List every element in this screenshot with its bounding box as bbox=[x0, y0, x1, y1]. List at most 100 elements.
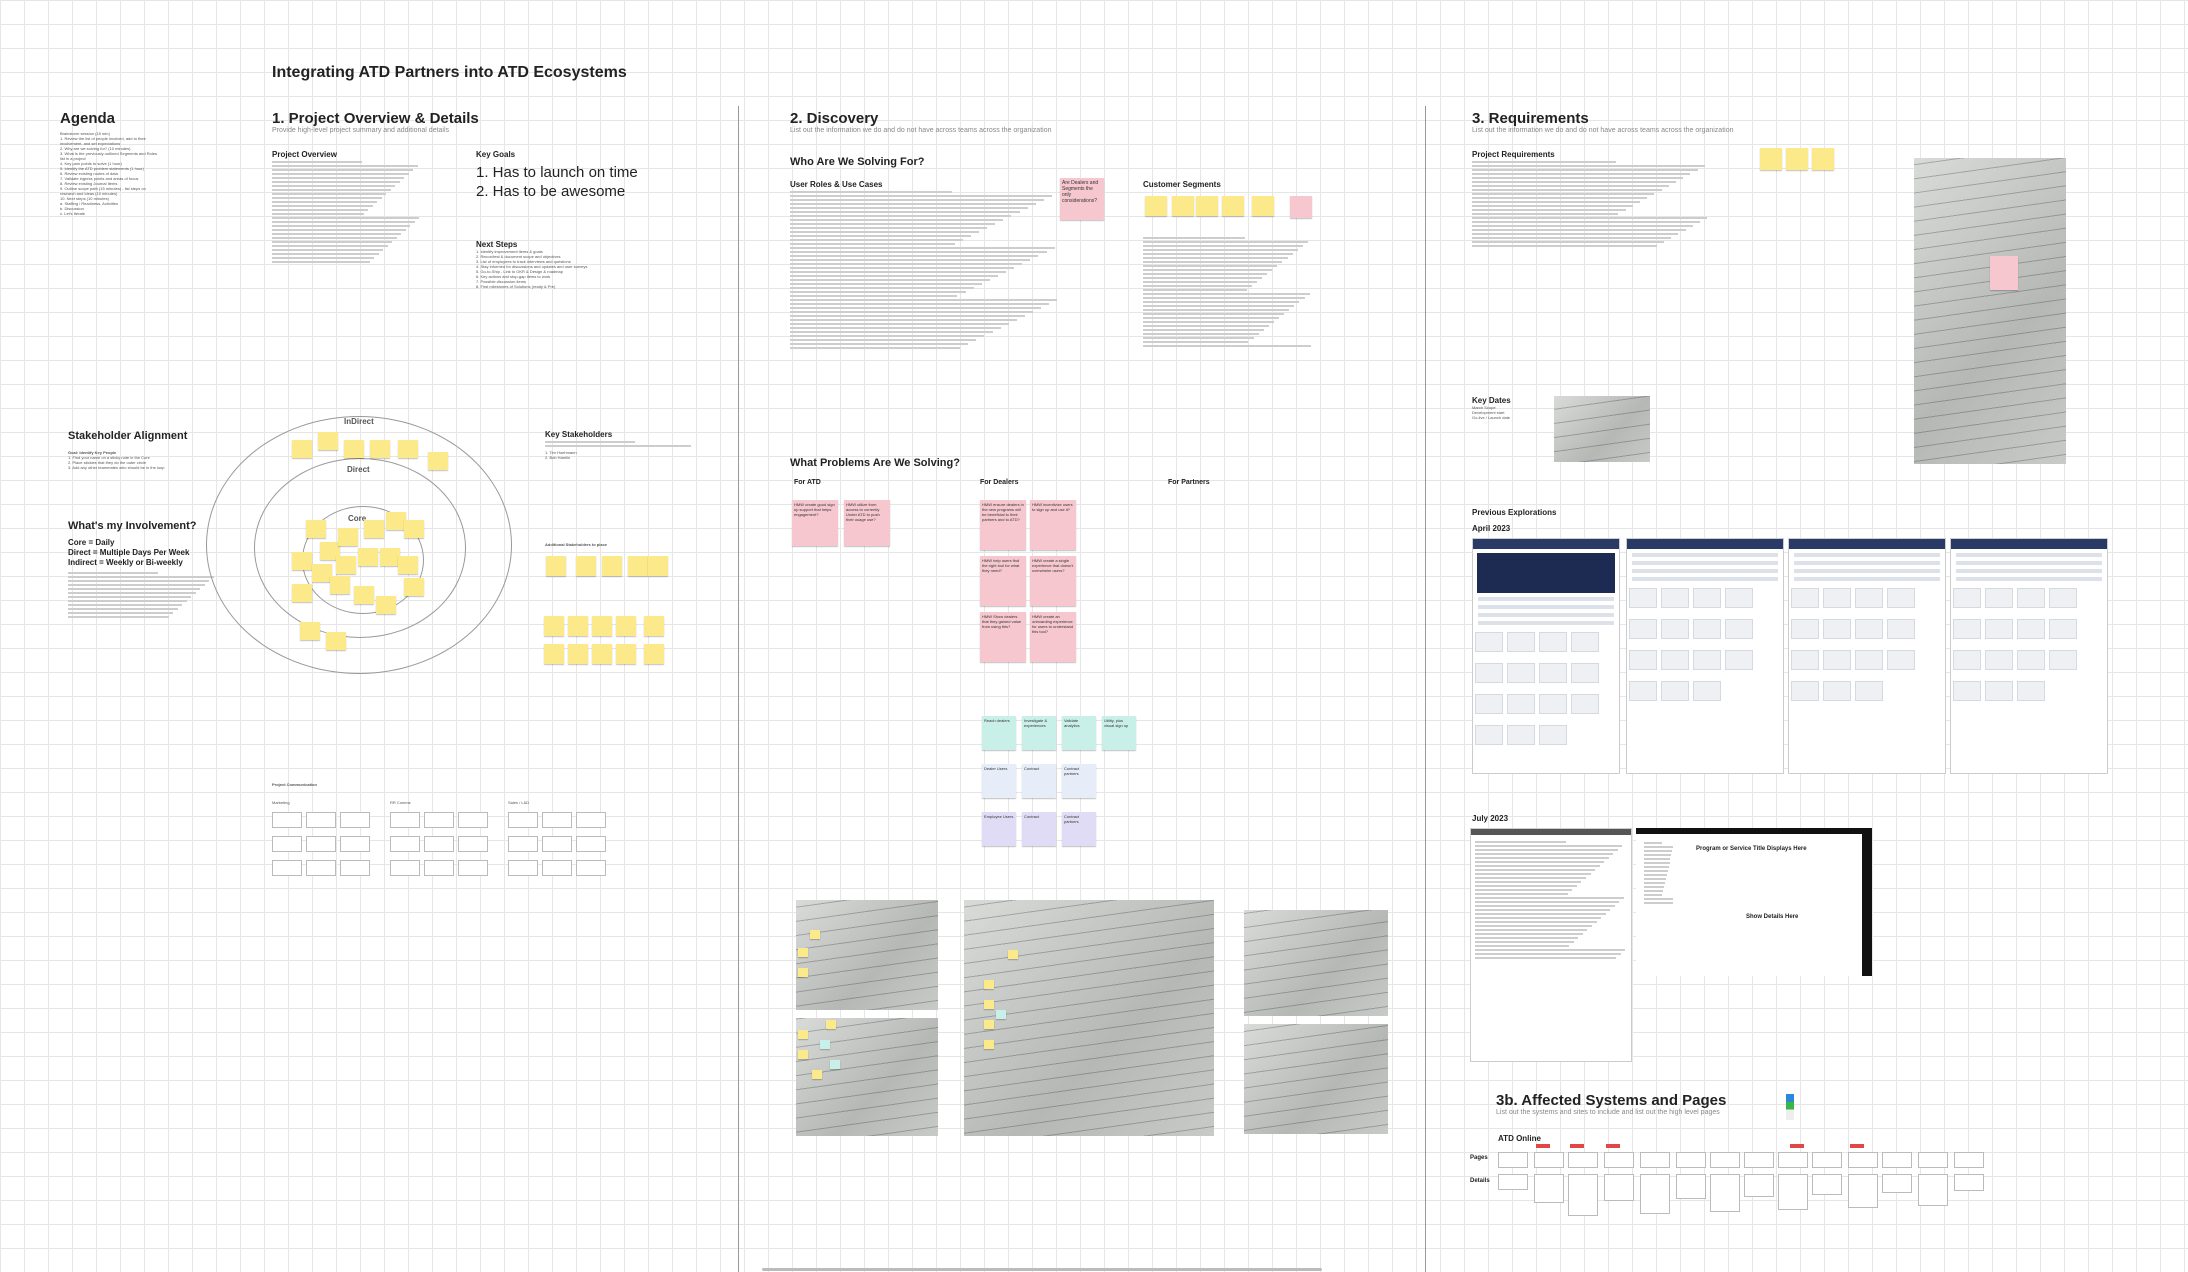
page-node[interactable] bbox=[1848, 1152, 1878, 1168]
comm-cell[interactable] bbox=[390, 836, 420, 852]
stakeholder-sticky-7[interactable] bbox=[306, 520, 326, 538]
req-sticky-2[interactable] bbox=[1786, 148, 1808, 170]
page-node[interactable] bbox=[1954, 1152, 1984, 1168]
stakeholder-sticky-21[interactable] bbox=[330, 576, 350, 594]
teal-sticky-4[interactable]: Utility, plus visual sign up bbox=[1102, 716, 1136, 750]
comm-cell[interactable] bbox=[306, 812, 336, 828]
comm-cell[interactable] bbox=[508, 812, 538, 828]
comm-cell[interactable] bbox=[576, 836, 606, 852]
stakeholder-sticky-3[interactable] bbox=[344, 440, 364, 458]
stakeholder-sticky-25[interactable] bbox=[326, 632, 346, 650]
additional-stakeholder-sticky-9[interactable] bbox=[616, 616, 636, 636]
segment-sticky-3[interactable] bbox=[1196, 196, 1218, 216]
comm-cell[interactable] bbox=[390, 860, 420, 876]
stakeholder-sticky-22[interactable] bbox=[354, 586, 374, 604]
additional-stakeholder-sticky-6[interactable] bbox=[544, 616, 564, 636]
segment-sticky-5[interactable] bbox=[1252, 196, 1274, 216]
comm-cell[interactable] bbox=[542, 860, 572, 876]
photo-sticky-5[interactable] bbox=[798, 1050, 808, 1059]
lav-sticky-1[interactable]: Employee Users bbox=[982, 812, 1016, 846]
comm-cell[interactable] bbox=[340, 812, 370, 828]
additional-stakeholder-sticky-8[interactable] bbox=[592, 616, 612, 636]
roles-question-sticky[interactable]: Are Dealers and Segments the only consid… bbox=[1060, 178, 1104, 220]
teal-sticky-1[interactable]: Reach dealers bbox=[982, 716, 1016, 750]
page-details-node[interactable] bbox=[1812, 1174, 1842, 1195]
photo-sticky-10[interactable] bbox=[984, 1020, 994, 1029]
page-details-node[interactable] bbox=[1498, 1174, 1528, 1190]
teal-sticky-3[interactable]: Validate analytics bbox=[1062, 716, 1096, 750]
stakeholder-sticky-14[interactable] bbox=[312, 564, 332, 582]
comm-cell[interactable] bbox=[340, 860, 370, 876]
lav-sticky-2[interactable]: Contract bbox=[1022, 812, 1056, 846]
additional-stakeholder-sticky-13[interactable] bbox=[592, 644, 612, 664]
comm-cell[interactable] bbox=[272, 836, 302, 852]
photo-sticky-7[interactable] bbox=[826, 1020, 836, 1029]
april-screenshot-1[interactable] bbox=[1472, 538, 1620, 774]
additional-stakeholder-sticky-15[interactable] bbox=[644, 644, 664, 664]
dealer-sticky-2[interactable]: HMW incentivize users to sign up and use… bbox=[1030, 500, 1076, 550]
page-node[interactable] bbox=[1604, 1152, 1634, 1168]
photo-sticky-3[interactable] bbox=[810, 930, 820, 939]
page-node[interactable] bbox=[1676, 1152, 1706, 1168]
page-node[interactable] bbox=[1744, 1152, 1774, 1168]
page-node[interactable] bbox=[1498, 1152, 1528, 1168]
comm-cell[interactable] bbox=[424, 860, 454, 876]
page-details-node[interactable] bbox=[1710, 1174, 1740, 1212]
requirements-photo-sticky[interactable] bbox=[1990, 256, 2018, 290]
page-details-node[interactable] bbox=[1676, 1174, 1706, 1199]
comm-cell[interactable] bbox=[272, 860, 302, 876]
stakeholder-sticky-24[interactable] bbox=[300, 622, 320, 640]
comm-cell[interactable] bbox=[306, 860, 336, 876]
comm-cell[interactable] bbox=[542, 812, 572, 828]
blue-sticky-2[interactable]: Contract bbox=[1022, 764, 1056, 798]
photo-sticky-11[interactable] bbox=[984, 1040, 994, 1049]
page-node[interactable] bbox=[1640, 1152, 1670, 1168]
additional-stakeholder-sticky-7[interactable] bbox=[568, 616, 588, 636]
april-screenshot-4[interactable] bbox=[1950, 538, 2108, 774]
whiteboard-photo-5[interactable] bbox=[1244, 1024, 1388, 1134]
blue-sticky-1[interactable]: Dealer Users bbox=[982, 764, 1016, 798]
segment-sticky-1[interactable] bbox=[1145, 196, 1167, 216]
stakeholder-sticky-15[interactable] bbox=[336, 556, 356, 574]
stakeholder-sticky-13[interactable] bbox=[292, 552, 312, 570]
stakeholder-sticky-6[interactable] bbox=[428, 452, 448, 470]
comm-cell[interactable] bbox=[576, 812, 606, 828]
req-sticky-1[interactable] bbox=[1760, 148, 1782, 170]
dealer-sticky-6[interactable]: HMW create an onboarding experience for … bbox=[1030, 612, 1076, 662]
comm-cell[interactable] bbox=[576, 860, 606, 876]
additional-stakeholder-sticky-1[interactable] bbox=[546, 556, 566, 576]
comm-cell[interactable] bbox=[424, 836, 454, 852]
stakeholder-sticky-19[interactable] bbox=[404, 578, 424, 596]
dealer-sticky-4[interactable]: HMW create a single experience that does… bbox=[1030, 556, 1076, 606]
comm-cell[interactable] bbox=[542, 836, 572, 852]
stakeholder-sticky-16[interactable] bbox=[358, 548, 378, 566]
dealer-sticky-5[interactable]: HMW Show dealers that they gained value … bbox=[980, 612, 1026, 662]
additional-stakeholder-sticky-5[interactable] bbox=[648, 556, 668, 576]
comm-cell[interactable] bbox=[458, 836, 488, 852]
stakeholder-sticky-11[interactable] bbox=[386, 512, 406, 530]
page-details-node[interactable] bbox=[1954, 1174, 1984, 1191]
april-screenshot-3[interactable] bbox=[1788, 538, 1946, 774]
july-screenshot-2-frame[interactable]: Program or Service Title Displays Here S… bbox=[1636, 828, 1872, 976]
additional-stakeholder-sticky-10[interactable] bbox=[644, 616, 664, 636]
comm-cell[interactable] bbox=[458, 812, 488, 828]
page-node[interactable] bbox=[1882, 1152, 1912, 1168]
stakeholder-sticky-5[interactable] bbox=[398, 440, 418, 458]
page-node[interactable] bbox=[1918, 1152, 1948, 1168]
photo-teal-sticky-3[interactable] bbox=[996, 1010, 1006, 1019]
additional-stakeholder-sticky-11[interactable] bbox=[544, 644, 564, 664]
atd-sticky-1[interactable]: HMW create good sign up support that hel… bbox=[792, 500, 838, 546]
dealer-sticky-3[interactable]: HMW help users find the right tool for w… bbox=[980, 556, 1026, 606]
stakeholder-sticky-2[interactable] bbox=[318, 432, 338, 450]
additional-stakeholder-sticky-12[interactable] bbox=[568, 644, 588, 664]
stakeholder-sticky-12[interactable] bbox=[404, 520, 424, 538]
photo-sticky-12[interactable] bbox=[1008, 950, 1018, 959]
photo-teal-sticky-1[interactable] bbox=[820, 1040, 830, 1049]
photo-sticky-9[interactable] bbox=[984, 1000, 994, 1009]
comm-cell[interactable] bbox=[424, 812, 454, 828]
stakeholder-sticky-17[interactable] bbox=[380, 548, 400, 566]
teal-sticky-2[interactable]: Investigate & experiences bbox=[1022, 716, 1056, 750]
comm-cell[interactable] bbox=[306, 836, 336, 852]
comm-cell[interactable] bbox=[458, 860, 488, 876]
april-screenshot-2[interactable] bbox=[1626, 538, 1784, 774]
